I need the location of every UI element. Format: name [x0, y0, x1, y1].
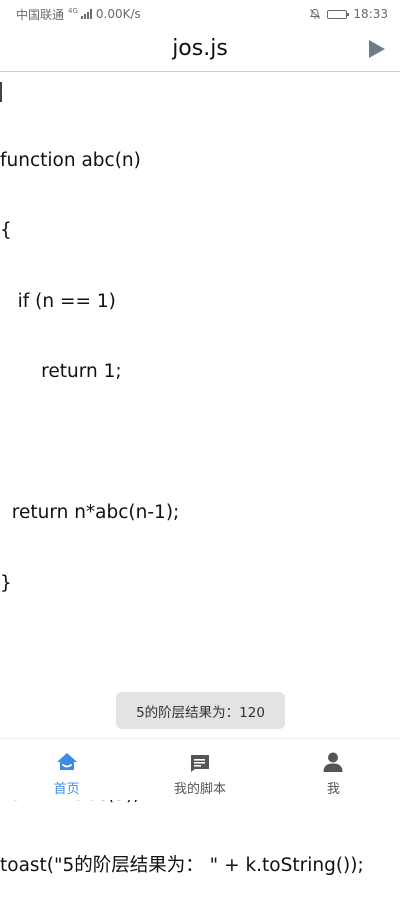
tab-my-scripts-label: 我的脚本: [173, 782, 226, 797]
user-icon: [323, 752, 343, 772]
network-type: 4G: [68, 6, 78, 15]
code-line: }: [0, 572, 12, 594]
mute-icon: [310, 8, 321, 19]
tab-me-label: 我: [326, 782, 340, 797]
carrier-name: 中国联通: [16, 7, 65, 22]
tab-my-scripts[interactable]: 我的脚本: [133, 739, 266, 800]
code-line: function abc(n): [0, 149, 141, 171]
status-right: 18:33: [309, 7, 388, 21]
play-icon[interactable]: [366, 38, 388, 60]
status-bar: 中国联通 4G 0.00K/s 18:33: [0, 0, 400, 28]
signal-icon: [80, 9, 92, 19]
network-speed: 0.00K/s: [95, 7, 141, 21]
status-left: 中国联通 4G 0.00K/s: [16, 6, 141, 23]
home-icon: [56, 753, 77, 770]
toast-message: 5的阶层结果为：120: [116, 692, 285, 729]
page-title: jos.js: [172, 36, 228, 61]
code-editor[interactable]: function abc(n) { if (n == 1) return 1; …: [0, 78, 400, 876]
code-line: {: [0, 220, 12, 241]
battery-icon: [327, 9, 350, 19]
code-line: return n*abc(n-1);: [0, 502, 180, 523]
code-line: return 1;: [0, 361, 122, 382]
script-icon: [190, 755, 209, 772]
code-line: if (n == 1): [0, 290, 116, 312]
clock: 18:33: [353, 7, 388, 21]
bottom-nav: 首页 我的脚本 我: [0, 738, 400, 800]
text-caret: [0, 82, 2, 102]
title-bar: jos.js: [0, 28, 400, 72]
tab-home[interactable]: 首页: [0, 739, 133, 800]
tab-home-label: 首页: [53, 782, 80, 797]
tab-me[interactable]: 我: [267, 739, 400, 800]
code-line: toast("5的阶层结果为： " + k.toString());: [0, 854, 364, 876]
